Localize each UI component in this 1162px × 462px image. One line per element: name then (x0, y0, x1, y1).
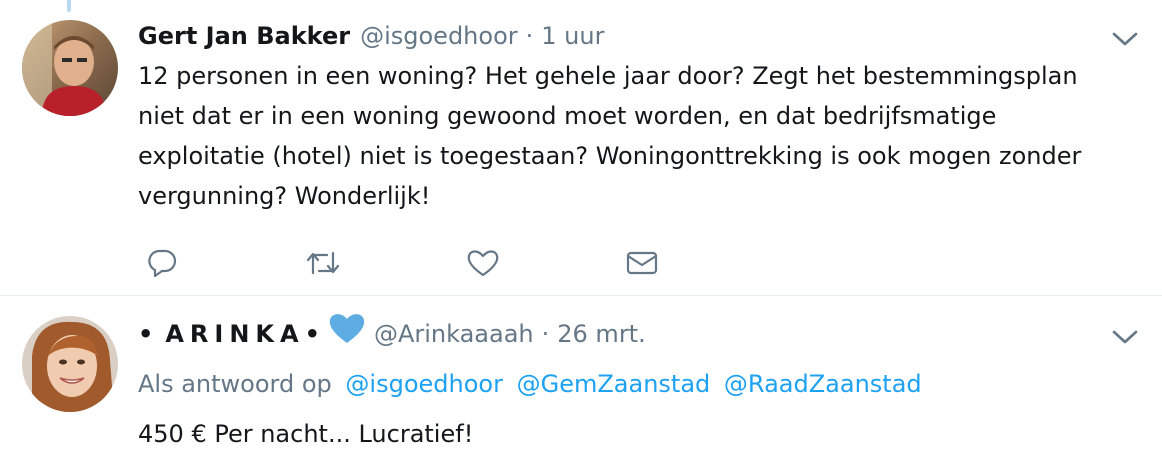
separator: · (541, 320, 550, 348)
user-handle[interactable]: @Arinkaaaah (374, 320, 534, 348)
tweet-text: 450 € Per nacht... Lucratief! (138, 420, 474, 448)
display-name[interactable]: Gert Jan Bakker (138, 22, 350, 50)
timestamp[interactable]: 26 mrt. (557, 320, 645, 348)
retweet-icon[interactable] (303, 243, 343, 283)
chevron-down-icon[interactable] (1110, 326, 1140, 348)
tweet-header: • ARINKA • @Arinkaaaah · 26 mrt. (138, 314, 1102, 352)
mention-link[interactable]: @GemZaanstad (517, 370, 711, 398)
blue-heart-emoji-icon (328, 311, 366, 345)
envelope-icon[interactable] (622, 243, 662, 283)
avatar[interactable] (22, 20, 118, 116)
timestamp[interactable]: 1 uur (541, 22, 604, 50)
display-name[interactable]: ARINKA (165, 320, 304, 348)
reply-context: Als antwoord op @isgoedhoor @GemZaanstad… (138, 364, 922, 404)
separator: · (525, 22, 534, 50)
tweet-header: Gert Jan Bakker @isgoedhoor · 1 uur (138, 18, 1102, 54)
tweet[interactable]: • ARINKA • @Arinkaaaah · 26 mrt. Als ant… (0, 296, 1162, 462)
tweet-text: 12 personen in een woning? Het gehele ja… (138, 62, 1082, 210)
chevron-down-icon[interactable] (1110, 28, 1140, 50)
mention-link[interactable]: @RaadZaanstad (724, 370, 922, 398)
user-handle[interactable]: @isgoedhoor (360, 22, 518, 50)
avatar[interactable] (22, 316, 118, 412)
heart-icon[interactable] (463, 243, 503, 283)
display-name-suffix[interactable]: • (305, 320, 326, 348)
display-name-prefix[interactable]: • (138, 320, 159, 348)
mention-link[interactable]: @isgoedhoor (345, 370, 503, 398)
tweet[interactable]: Gert Jan Bakker @isgoedhoor · 1 uur 12 p… (0, 0, 1162, 296)
tweet-actions (138, 243, 698, 283)
reply-label: Als antwoord op (138, 370, 332, 398)
reply-icon[interactable] (142, 243, 182, 283)
